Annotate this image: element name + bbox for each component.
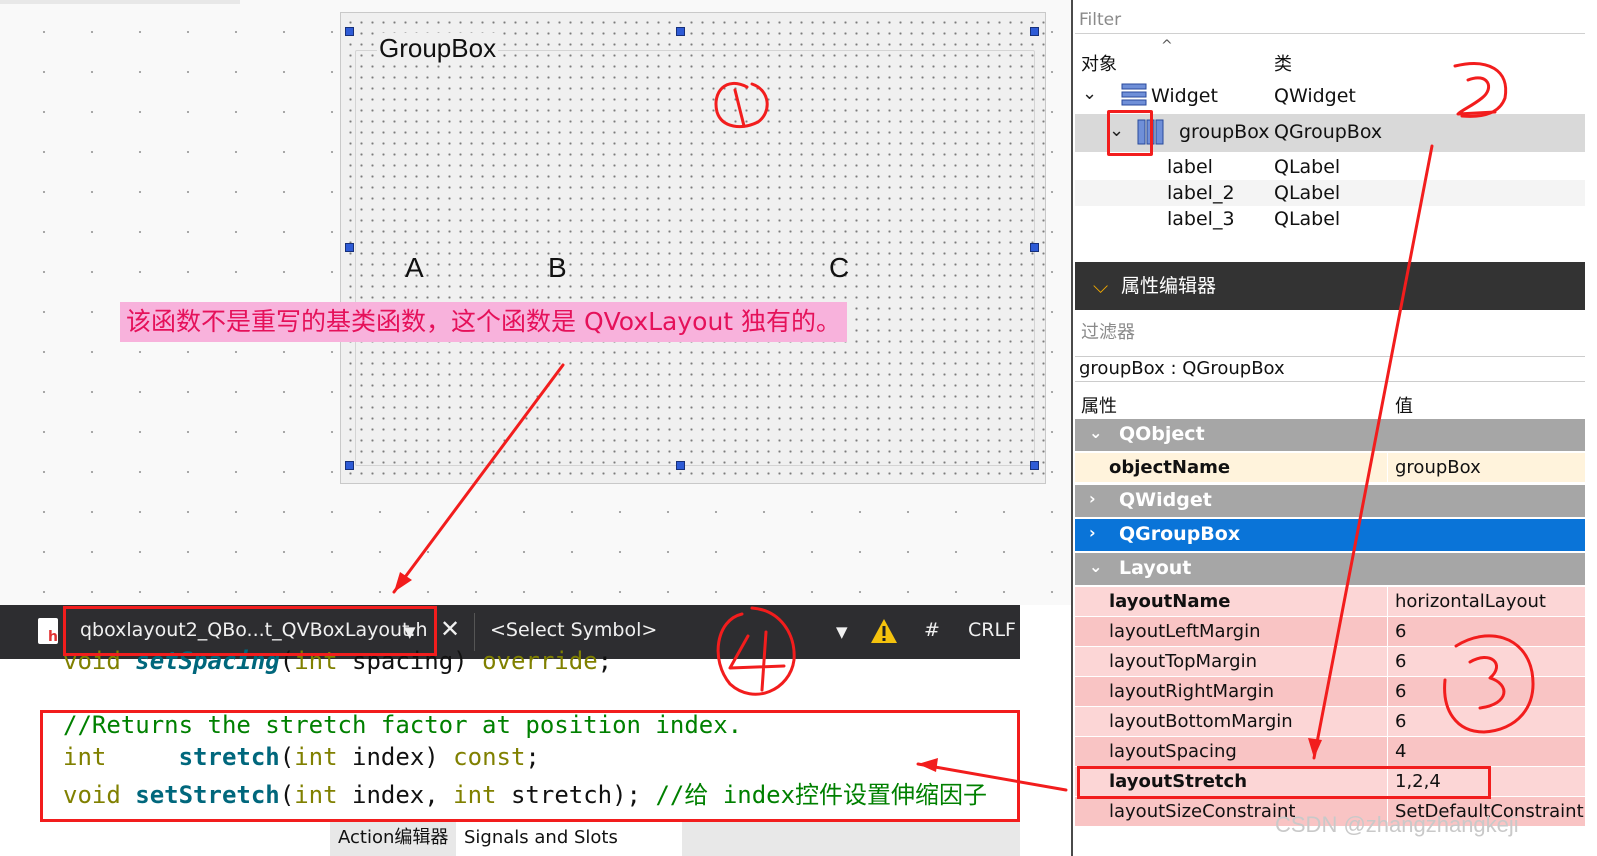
circled-number-4-stroke [728, 630, 786, 692]
circled-number-3-stroke [1468, 656, 1506, 710]
arrowhead [1308, 738, 1322, 758]
circled-number-3 [1443, 634, 1535, 734]
designer-screenshot: GroupBox A B C 该函数不是重写的基类函数，这个函数是 QVoxLa… [0, 0, 1597, 856]
arrowhead [918, 758, 938, 772]
annotation-overlay [392, 62, 1535, 792]
arrow-annotation-to-file [392, 363, 565, 594]
circled-number-2 [1453, 62, 1508, 118]
circled-number-1-stroke [733, 88, 746, 128]
circled-number-2-stroke [1456, 76, 1497, 116]
arrowhead [394, 572, 412, 592]
arrow-stretch-to-code [916, 762, 1068, 792]
arrow-groupbox-to-stretch [1312, 144, 1434, 760]
circled-number-4 [716, 606, 796, 696]
